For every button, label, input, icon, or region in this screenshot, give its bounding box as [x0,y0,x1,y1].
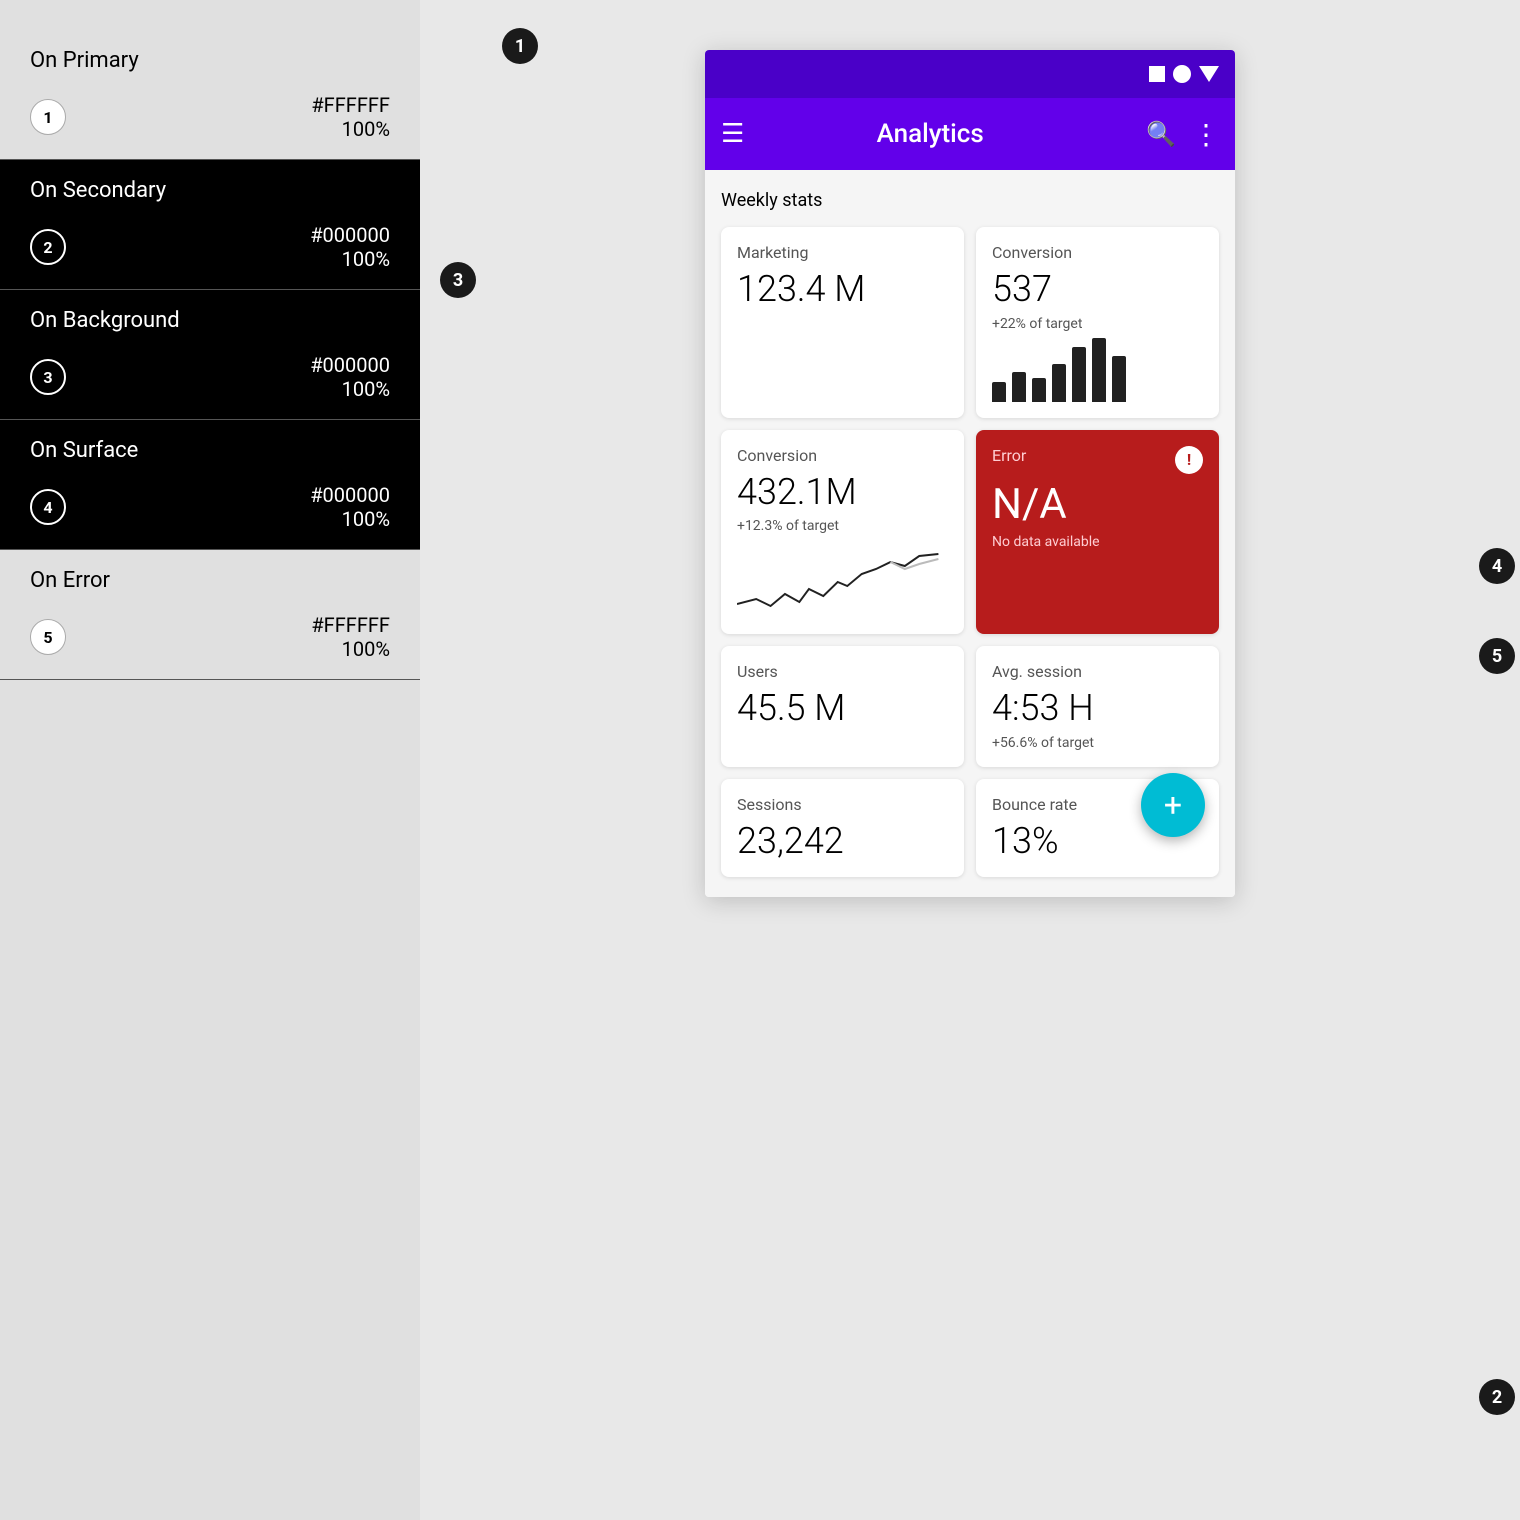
on-secondary-label: On Secondary [0,160,420,213]
stats-grid: Marketing 123.4 M Conversion 537 +22% of… [721,227,1219,877]
bar-1 [992,382,1006,402]
marketing-label: Marketing [737,243,948,262]
right-panel: 1 3 4 5 2 ☰ Analytics 🔍 ⋮ [420,0,1520,1520]
on-primary-percent: 100% [342,117,390,141]
annotation-2: 2 [1479,1379,1515,1415]
on-error-label: On Error [0,550,420,603]
on-primary-label: On Primary [0,30,420,83]
annotation-3: 3 [440,262,476,298]
marketing-card: Marketing 123.4 M [721,227,964,418]
on-primary-hex: #FFFFFF [311,93,390,117]
sessions-label: Sessions [737,795,948,814]
on-error-values: #FFFFFF 100% [82,613,390,661]
error-value: N/A [992,482,1203,528]
error-label: Error [992,446,1026,465]
on-surface-section: On Surface 4 #000000 100% [0,420,420,550]
on-primary-row: 1 #FFFFFF 100% [0,83,420,159]
badge-3: 3 [30,359,66,395]
conversion-bottom-value: 432.1M [737,473,948,513]
on-secondary-percent: 100% [342,247,390,271]
conversion-bottom-subtitle: +12.3% of target [737,518,948,534]
conversion-bottom-card: Conversion 432.1M +12.3% of target [721,430,964,635]
on-secondary-section: On Secondary 2 #000000 100% [0,160,420,290]
more-options-icon[interactable]: ⋮ [1192,118,1219,151]
conversion-top-card: Conversion 537 +22% of target [976,227,1219,418]
phone-container: ☰ Analytics 🔍 ⋮ Weekly stats Marketing 1… [705,50,1235,897]
conversion-top-value: 537 [992,270,1203,310]
status-triangle-icon [1199,66,1219,82]
avg-session-value: 4:53 H [992,689,1203,729]
on-background-hex: #000000 [310,353,390,377]
app-bar-actions: 🔍 ⋮ [1146,118,1219,151]
on-primary-section: On Primary 1 #FFFFFF 100% [0,30,420,160]
on-error-section: On Error 5 #FFFFFF 100% [0,550,420,680]
bar-chart [992,332,1203,402]
avg-session-subtitle: +56.6% of target [992,735,1203,751]
annotation-4: 4 [1479,548,1515,584]
badge-5: 5 [30,619,66,655]
on-primary-values: #FFFFFF 100% [82,93,390,141]
error-card-header: Error ! [992,446,1203,474]
avg-session-label: Avg. session [992,662,1203,681]
sessions-card: Sessions 23,242 [721,779,964,878]
bar-5 [1072,347,1086,402]
bar-4 [1052,364,1066,402]
section-title: Weekly stats [721,190,1219,211]
left-panel: On Primary 1 #FFFFFF 100% On Secondary 2… [0,0,420,1520]
on-secondary-values: #000000 100% [82,223,390,271]
badge-2: 2 [30,229,66,265]
on-background-section: On Background 3 #000000 100% [0,290,420,420]
on-secondary-row: 2 #000000 100% [0,213,420,289]
marketing-value: 123.4 M [737,270,948,310]
bar-3 [1032,378,1046,402]
annotation-1: 1 [502,28,538,64]
on-error-row: 5 #FFFFFF 100% [0,603,420,679]
sessions-value: 23,242 [737,822,948,862]
users-label: Users [737,662,948,681]
badge-4: 4 [30,489,66,525]
hamburger-icon[interactable]: ☰ [721,119,744,149]
users-value: 45.5 M [737,689,948,729]
on-background-label: On Background [0,290,420,343]
bar-7 [1112,356,1126,402]
status-bar [705,50,1235,98]
users-card: Users 45.5 M [721,646,964,767]
search-icon[interactable]: 🔍 [1146,120,1176,148]
bar-2 [1012,372,1026,402]
on-surface-label: On Surface [0,420,420,473]
bar-6 [1092,338,1106,402]
on-background-values: #000000 100% [82,353,390,401]
on-background-row: 3 #000000 100% [0,343,420,419]
on-surface-percent: 100% [342,507,390,531]
status-square-icon [1149,66,1165,82]
on-secondary-hex: #000000 [310,223,390,247]
annotation-5: 5 [1479,638,1515,674]
on-surface-row: 4 #000000 100% [0,473,420,549]
on-background-percent: 100% [342,377,390,401]
conversion-bottom-label: Conversion [737,446,948,465]
fab-button[interactable]: + [1141,773,1205,837]
app-title: Analytics [760,119,1100,149]
error-badge-icon: ! [1175,446,1203,474]
avg-session-card: Avg. session 4:53 H +56.6% of target [976,646,1219,767]
error-card: Error ! N/A No data available [976,430,1219,635]
error-subtitle: No data available [992,534,1203,550]
on-error-percent: 100% [342,637,390,661]
conversion-top-label: Conversion [992,243,1203,262]
app-bar: ☰ Analytics 🔍 ⋮ [705,98,1235,170]
status-circle-icon [1173,65,1191,83]
on-surface-hex: #000000 [310,483,390,507]
on-error-hex: #FFFFFF [311,613,390,637]
badge-1: 1 [30,99,66,135]
line-chart [737,534,948,614]
conversion-top-subtitle: +22% of target [992,316,1203,332]
on-surface-values: #000000 100% [82,483,390,531]
